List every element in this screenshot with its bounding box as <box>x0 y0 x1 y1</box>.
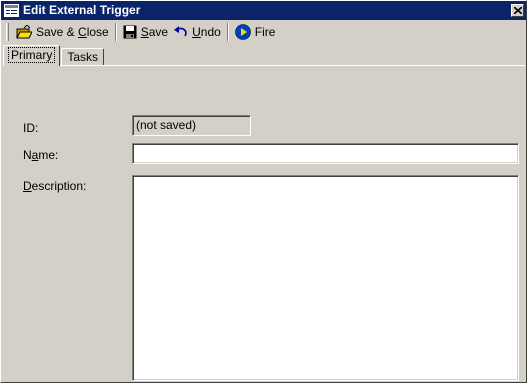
toolbar: Save & Close Save Undo Fire <box>1 21 526 43</box>
save-button[interactable]: Save <box>120 22 171 42</box>
title-bar[interactable]: Edit External Trigger <box>1 1 526 20</box>
save-and-close-label: Save & Close <box>36 25 109 39</box>
tab-primary[interactable]: Primary <box>3 45 61 66</box>
fire-button[interactable]: Fire <box>232 22 279 42</box>
undo-button[interactable]: Undo <box>171 22 224 42</box>
name-input[interactable] <box>132 143 519 164</box>
save-and-close-button[interactable]: Save & Close <box>13 22 112 42</box>
id-field: (not saved) <box>132 115 251 136</box>
close-button[interactable] <box>511 4 524 17</box>
fire-play-icon <box>234 24 251 40</box>
id-label: ID: <box>23 121 39 135</box>
toolbar-separator <box>114 23 117 41</box>
floppy-disk-icon <box>123 25 137 39</box>
undo-arrow-icon <box>174 26 187 37</box>
fire-label: Fire <box>254 25 276 39</box>
toolbar-separator <box>226 23 229 41</box>
description-textarea[interactable] <box>132 175 519 381</box>
edit-external-trigger-window: Edit External Trigger Save & Close Save … <box>0 0 527 383</box>
save-label: Save <box>140 25 169 39</box>
window-title: Edit External Trigger <box>23 3 141 17</box>
description-label: Description: <box>23 179 87 193</box>
undo-label: Undo <box>192 25 221 39</box>
toolbar-grip[interactable] <box>6 23 9 41</box>
name-label: Name: <box>23 148 59 162</box>
primary-tab-panel: ID: (not saved) Name: Description: <box>3 65 525 382</box>
form-icon <box>4 4 19 17</box>
tab-tasks[interactable]: Tasks <box>61 48 105 66</box>
open-folder-icon <box>16 25 32 39</box>
close-icon <box>513 7 522 14</box>
tab-strip: Primary Tasks <box>3 45 105 66</box>
